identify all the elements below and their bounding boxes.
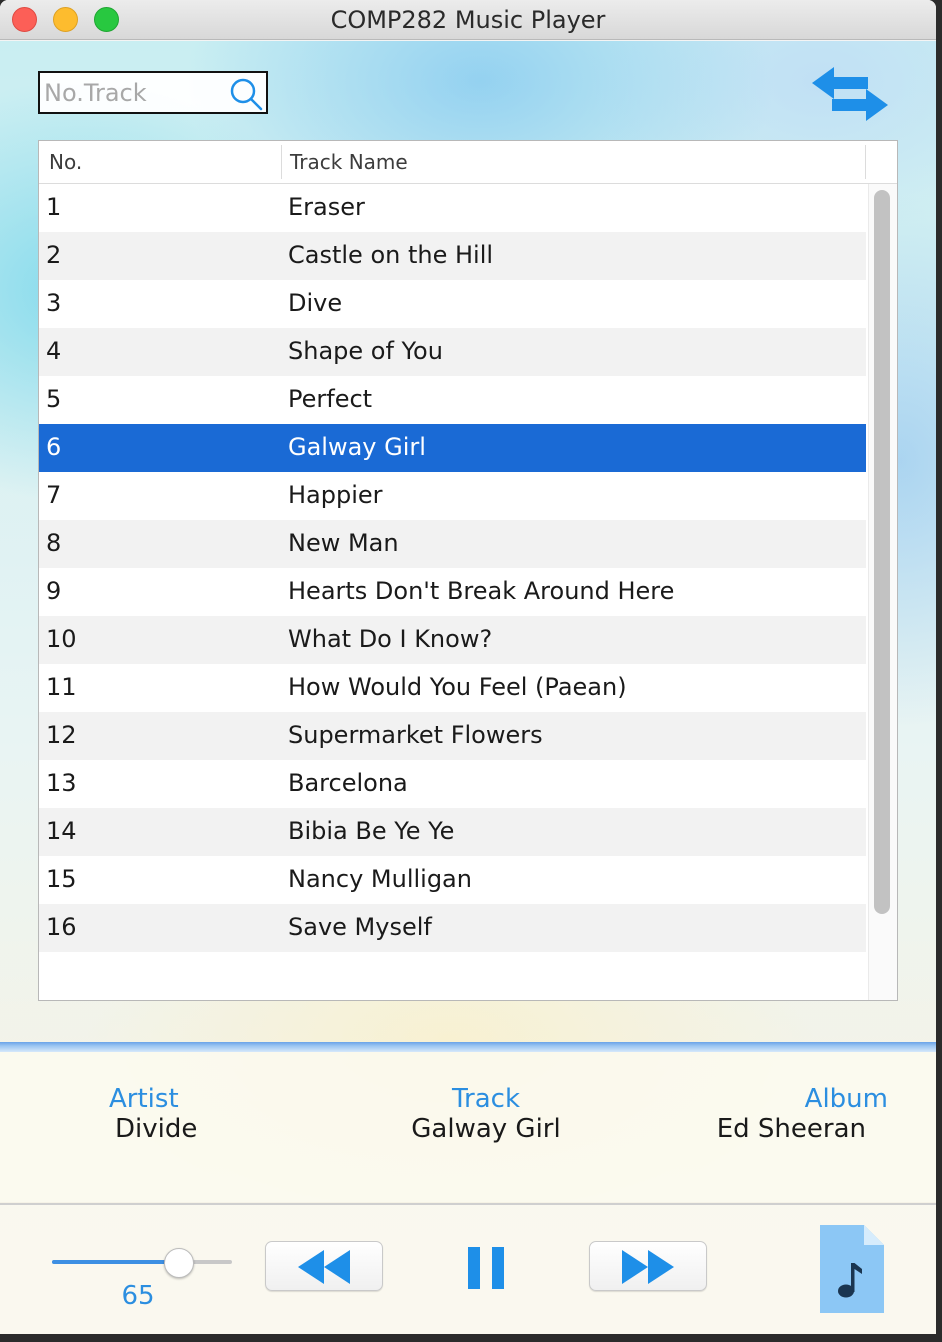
- table-row[interactable]: 8 New Man: [39, 520, 866, 568]
- track-number-cell: 6: [46, 433, 62, 461]
- table-row[interactable]: 3 Dive: [39, 280, 866, 328]
- column-divider[interactable]: [281, 145, 282, 179]
- track-name-cell: Hearts Don't Break Around Here: [288, 577, 675, 605]
- column-divider[interactable]: [865, 145, 866, 179]
- column-header-track-name[interactable]: Track Name: [290, 141, 408, 184]
- column-header-no[interactable]: No.: [49, 141, 82, 184]
- table-row[interactable]: 14 Bibia Be Ye Ye: [39, 808, 866, 856]
- track-name-cell: Shape of You: [288, 337, 443, 365]
- table-header: No. Track Name: [39, 141, 897, 184]
- scrollbar-thumb[interactable]: [874, 190, 890, 914]
- fast-forward-button[interactable]: [589, 1241, 707, 1291]
- track-number-cell: 10: [46, 625, 77, 653]
- track-number-cell: 13: [46, 769, 77, 797]
- track-name-cell: How Would You Feel (Paean): [288, 673, 627, 701]
- track-name-cell: Castle on the Hill: [288, 241, 494, 269]
- track-name-cell: Supermarket Flowers: [288, 721, 543, 749]
- track-number-cell: 2: [46, 241, 62, 269]
- volume-value: 65: [121, 1281, 155, 1311]
- table-row[interactable]: 7 Happier: [39, 472, 866, 520]
- track-name-cell: Happier: [288, 481, 383, 509]
- track-name-cell: Barcelona: [288, 769, 408, 797]
- table-row[interactable]: 9 Hearts Don't Break Around Here: [39, 568, 866, 616]
- track-number-cell: 4: [46, 337, 62, 365]
- track-number-cell: 3: [46, 289, 62, 317]
- album-label: Album: [804, 1084, 888, 1114]
- track-table: No. Track Name 1 Eraser 2 Castle on the Hil…: [38, 140, 898, 1001]
- search-box[interactable]: [38, 71, 268, 114]
- volume-fill: [52, 1260, 179, 1264]
- track-number-cell: 16: [46, 913, 77, 941]
- track-name-cell: Save Myself: [288, 913, 432, 941]
- table-row[interactable]: 4 Shape of You: [39, 328, 866, 376]
- track-name-cell: Nancy Mulligan: [288, 865, 472, 893]
- volume-knob[interactable]: [164, 1248, 194, 1278]
- table-row[interactable]: 15 Nancy Mulligan: [39, 856, 866, 904]
- track-number-cell: 5: [46, 385, 62, 413]
- player-content: No. Track Name 1 Eraser 2 Castle on the Hil…: [0, 41, 936, 1334]
- track-name-cell: Dive: [288, 289, 343, 317]
- track-number-cell: 11: [46, 673, 77, 701]
- track-number-cell: 7: [46, 481, 62, 509]
- background-edge: [936, 0, 942, 1342]
- table-row[interactable]: 1 Eraser: [39, 184, 866, 232]
- table-row[interactable]: 10 What Do I Know?: [39, 616, 866, 664]
- track-name-cell: Perfect: [288, 385, 373, 413]
- table-row-selected[interactable]: 6 Galway Girl: [39, 424, 866, 472]
- pause-icon[interactable]: [462, 1245, 512, 1293]
- track-number-cell: 14: [46, 817, 77, 845]
- track-name-cell: Bibia Be Ye Ye: [288, 817, 455, 845]
- table-body: 1 Eraser 2 Castle on the Hill 3 Dive 4 Shape of…: [39, 184, 866, 1000]
- app-window: COMP282 Music Player No. Track Name 1 Era…: [0, 0, 936, 1334]
- table-row[interactable]: 16 Save Myself: [39, 904, 866, 952]
- track-number-cell: 12: [46, 721, 77, 749]
- album-value: Ed Sheeran: [716, 1114, 866, 1144]
- track-number-cell: 15: [46, 865, 77, 893]
- swap-arrows-icon[interactable]: [812, 67, 888, 121]
- track-name-cell: Galway Girl: [288, 433, 426, 461]
- rewind-icon: [298, 1250, 350, 1284]
- title-bar: COMP282 Music Player: [0, 0, 936, 40]
- table-row[interactable]: 11 How Would You Feel (Paean): [39, 664, 866, 712]
- track-number-cell: 1: [46, 193, 62, 221]
- search-icon[interactable]: [228, 76, 264, 112]
- search-input[interactable]: [44, 77, 224, 109]
- track-name-cell: What Do I Know?: [288, 625, 493, 653]
- track-label: Track: [451, 1084, 521, 1114]
- playback-controls: 65: [0, 1205, 936, 1334]
- fast-forward-icon: [622, 1250, 674, 1284]
- background-edge: [0, 1334, 942, 1342]
- track-name-cell: Eraser: [288, 193, 365, 221]
- table-row[interactable]: 12 Supermarket Flowers: [39, 712, 866, 760]
- music-file-icon[interactable]: [816, 1225, 886, 1317]
- table-row[interactable]: 13 Barcelona: [39, 760, 866, 808]
- table-row[interactable]: 2 Castle on the Hill: [39, 232, 866, 280]
- track-number-cell: 9: [46, 577, 62, 605]
- track-number-cell: 8: [46, 529, 62, 557]
- section-divider: [0, 1042, 936, 1052]
- rewind-button[interactable]: [265, 1241, 383, 1291]
- window-title: COMP282 Music Player: [330, 6, 606, 34]
- track-name-cell: New Man: [288, 529, 399, 557]
- volume-slider[interactable]: [52, 1248, 232, 1278]
- now-playing-info: Artist Divide Track Galway Girl Album Ed…: [0, 1052, 936, 1202]
- table-row[interactable]: 5 Perfect: [39, 376, 866, 424]
